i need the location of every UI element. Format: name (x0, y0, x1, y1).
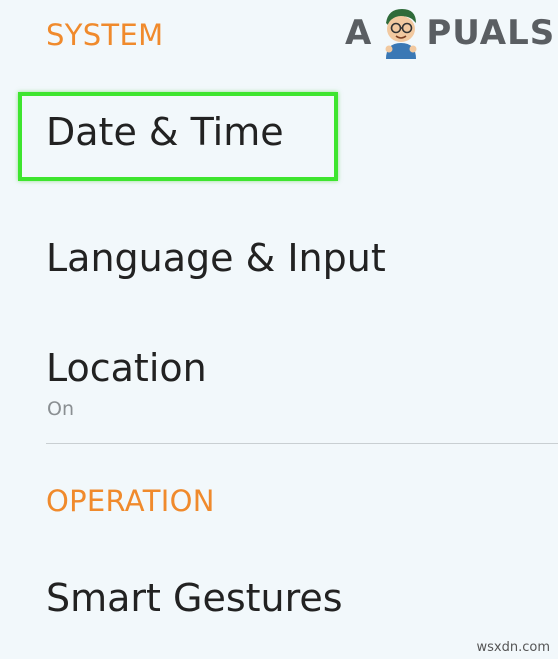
highlight-box (18, 92, 338, 181)
settings-item-location[interactable]: Location (46, 346, 207, 390)
section-header-system: SYSTEM (46, 18, 164, 52)
settings-item-smart-gestures[interactable]: Smart Gestures (46, 576, 343, 620)
settings-item-language-input[interactable]: Language & Input (46, 236, 386, 280)
section-divider (46, 443, 558, 444)
watermark-text: wsxdn.com (476, 640, 551, 655)
appuals-mascot-icon (385, 9, 417, 59)
logo-letter-a: A (345, 13, 373, 53)
location-status-text: On (47, 398, 74, 420)
section-header-operation: OPERATION (46, 484, 215, 518)
logo-text: PUALS (426, 13, 556, 53)
appuals-logo: A PUALS (345, 4, 555, 62)
